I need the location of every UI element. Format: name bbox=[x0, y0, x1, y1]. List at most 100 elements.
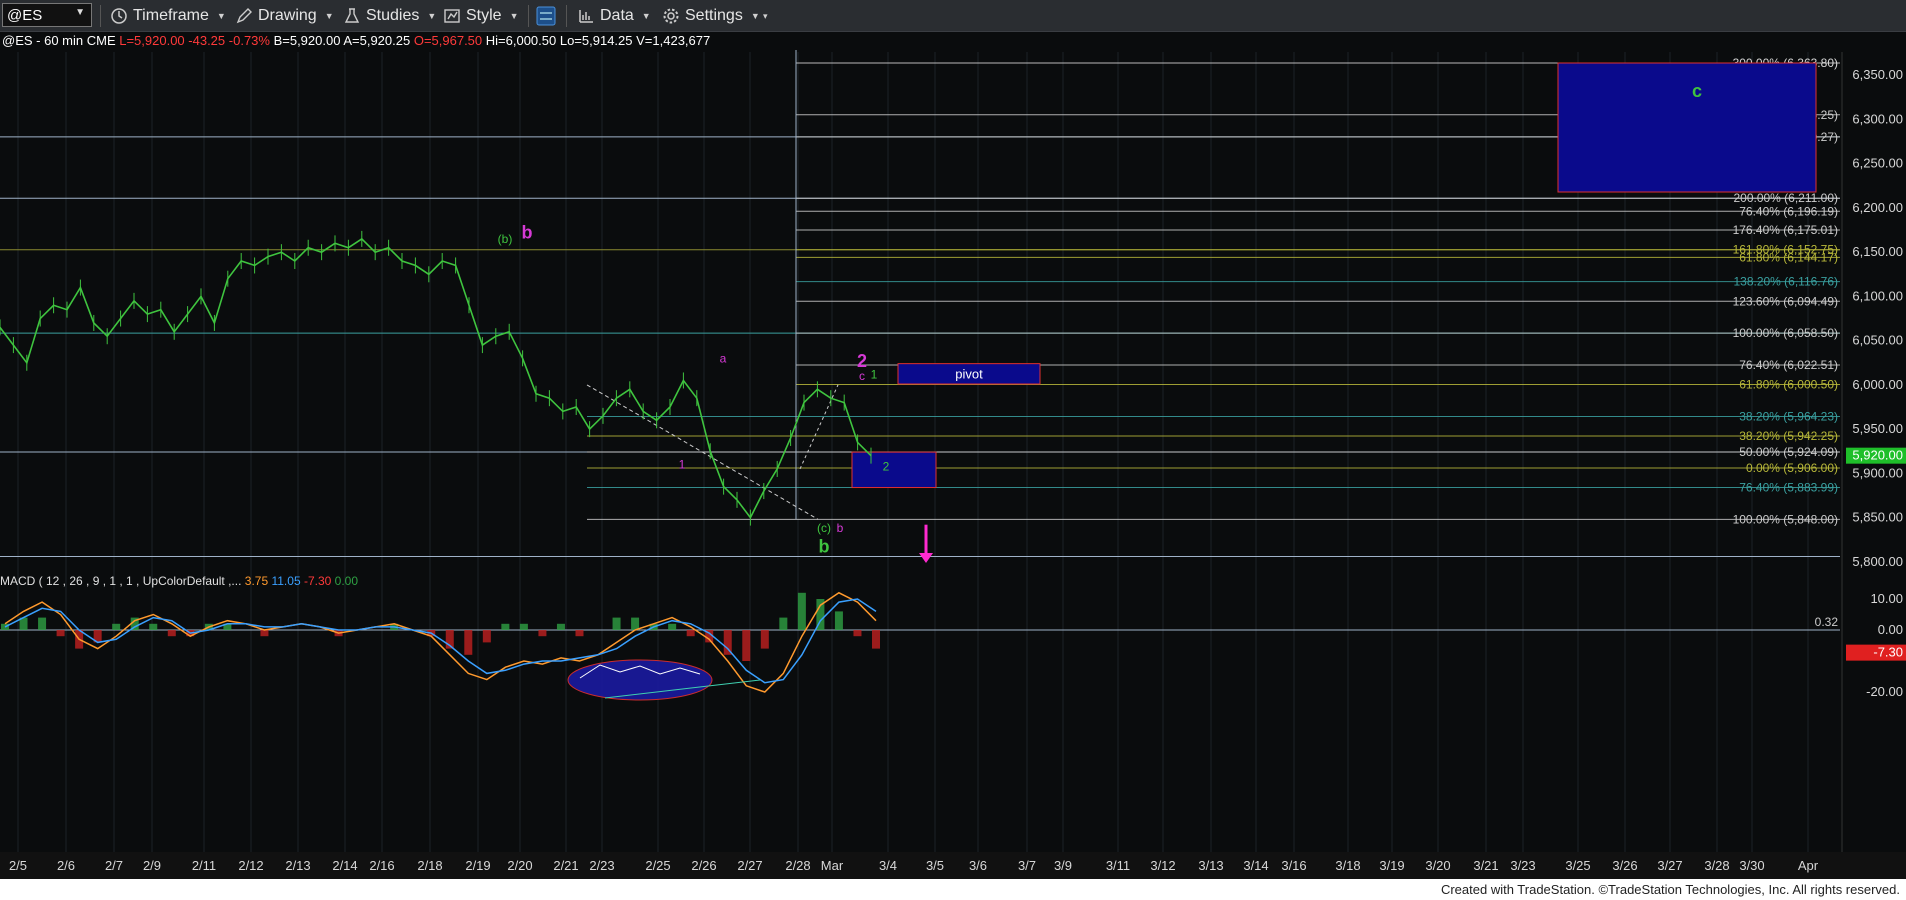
macd-histogram-bar bbox=[260, 630, 269, 637]
header-field: O=5,967.50 bbox=[410, 33, 482, 48]
footer-copyright: Created with TradeStation. ©TradeStation… bbox=[0, 879, 1906, 900]
settings-button[interactable]: Settings ▼ bbox=[662, 4, 760, 28]
header-field: Lo=5,914.25 bbox=[556, 33, 632, 48]
header-field: B=5,920.00 bbox=[270, 33, 340, 48]
price-axis-label: 6,300.00 bbox=[1852, 111, 1903, 126]
time-axis-label: 2/25 bbox=[645, 858, 670, 873]
timeframe-button[interactable]: Timeframe ▼ bbox=[110, 4, 226, 28]
time-axis-label: 2/16 bbox=[369, 858, 394, 873]
wave-label: (b) bbox=[498, 232, 513, 246]
data-button[interactable]: Data ▼ bbox=[577, 4, 651, 28]
fib-label: 76.40% (6,196.19) bbox=[1739, 204, 1838, 218]
chart-area: @ES - 60 min CME L=5,920.00 -43.25 -0.73… bbox=[0, 32, 1906, 879]
wave-label: b bbox=[837, 521, 844, 535]
macd-histogram-bar bbox=[519, 623, 528, 630]
header-field: -0.73% bbox=[225, 33, 270, 48]
price-axis-label: 6,200.00 bbox=[1852, 200, 1903, 215]
macd-histogram-bar bbox=[482, 630, 491, 643]
macd-histogram-bar bbox=[872, 630, 880, 649]
fib-label: 100.00% (6,058.50) bbox=[1733, 326, 1838, 340]
time-axis-label: 3/18 bbox=[1335, 858, 1360, 873]
fib-label: 100.00% (5,848.00) bbox=[1733, 512, 1838, 526]
macd-axis-label: -20.00 bbox=[1866, 684, 1903, 699]
macd-title-value: 0.00 bbox=[331, 574, 358, 588]
toolbar-divider bbox=[566, 5, 567, 27]
time-axis-label: 3/14 bbox=[1243, 858, 1268, 873]
caret-down-icon: ▼ bbox=[509, 11, 519, 21]
macd-histogram-bar bbox=[112, 623, 121, 630]
wave-label: a bbox=[720, 351, 727, 365]
fib-label: 61.80% (6,000.50) bbox=[1739, 377, 1838, 391]
style-button[interactable]: Style ▼ bbox=[443, 4, 519, 28]
fib-label: 123.60% (6,094.49) bbox=[1733, 294, 1838, 308]
time-axis-label: 3/6 bbox=[969, 858, 987, 873]
time-axis-label: Apr bbox=[1798, 858, 1819, 873]
fib-label: 61.80% (6,144.17) bbox=[1739, 250, 1838, 264]
timeframe-label: Timeframe bbox=[133, 7, 209, 24]
symbol-select[interactable]: @ES ▼ bbox=[2, 3, 92, 27]
macd-histogram-bar bbox=[575, 630, 584, 637]
pencil-icon bbox=[236, 8, 252, 24]
time-axis-label: 2/14 bbox=[332, 858, 357, 873]
time-axis-label: 2/20 bbox=[507, 858, 532, 873]
time-axis-label: 3/4 bbox=[879, 858, 897, 873]
caret-down-icon: ▼ bbox=[750, 11, 760, 21]
time-axis: 2/5 2/6 2/7 2/9 2/11 2/12 2/13 2/14 2/16 2/18 2/19… bbox=[0, 852, 1906, 879]
macd-histogram-bar bbox=[760, 630, 769, 649]
header-field: -43.25 bbox=[185, 33, 225, 48]
macd-histogram-bar bbox=[834, 611, 843, 630]
macd-title-value: 3.75 bbox=[241, 574, 268, 588]
macd-histogram-bar bbox=[686, 630, 695, 637]
macd-title-value: MACD ( 12 , 26 , 9 , 1 , 1 , UpColorDefa… bbox=[0, 574, 241, 588]
pivot-label: pivot bbox=[955, 366, 983, 381]
wave-label: (c) bbox=[817, 521, 831, 535]
price-axis-label: 6,350.00 bbox=[1852, 67, 1903, 82]
macd-histogram-bar bbox=[538, 630, 547, 637]
time-axis-label: 2/6 bbox=[57, 858, 75, 873]
wave-label: 2 bbox=[857, 351, 867, 371]
time-axis-label: 2/18 bbox=[417, 858, 442, 873]
price-axis-label: 6,250.00 bbox=[1852, 156, 1903, 171]
time-axis-label: 3/13 bbox=[1198, 858, 1223, 873]
more-menu-button[interactable]: ▾ bbox=[760, 4, 768, 28]
time-axis-label: 3/11 bbox=[1106, 858, 1130, 873]
time-axis-label: 3/9 bbox=[1054, 858, 1072, 873]
symbol-value: @ES bbox=[7, 6, 43, 24]
flask-icon bbox=[344, 8, 360, 23]
layout-button[interactable] bbox=[535, 4, 557, 28]
chart-header: @ES - 60 min CME L=5,920.00 -43.25 -0.73… bbox=[2, 33, 710, 48]
header-field: @ES - 60 min CME bbox=[2, 33, 116, 48]
time-axis-label: 2/27 bbox=[737, 858, 762, 873]
macd-histogram-bar bbox=[779, 617, 788, 630]
time-axis-label: 2/5 bbox=[9, 858, 27, 873]
time-axis-label: 2/9 bbox=[143, 858, 161, 873]
price-axis-label: 6,150.00 bbox=[1852, 244, 1903, 259]
style-label: Style bbox=[466, 7, 502, 24]
macd-histogram-bar bbox=[501, 623, 510, 630]
time-axis-label: 3/16 bbox=[1281, 858, 1306, 873]
fib-label: 38.20% (5,964.23) bbox=[1739, 410, 1838, 424]
fib-label: 138.20% (6,116.76) bbox=[1733, 275, 1838, 289]
time-axis-label: 3/23 bbox=[1510, 858, 1535, 873]
last-price-label: 5,920.00 bbox=[1852, 448, 1903, 463]
wave-label: 2 bbox=[883, 459, 890, 473]
macd-title: MACD ( 12 , 26 , 9 , 1 , 1 , UpColorDefa… bbox=[0, 574, 358, 588]
time-axis-label: 2/7 bbox=[105, 858, 123, 873]
data-label: Data bbox=[600, 7, 634, 24]
time-axis-label: 3/20 bbox=[1425, 858, 1450, 873]
price-axis-label: 6,050.00 bbox=[1852, 333, 1903, 348]
caret-down-icon: ▼ bbox=[216, 11, 226, 21]
wave-label: b bbox=[819, 537, 830, 557]
time-axis-label: 3/26 bbox=[1612, 858, 1637, 873]
drawing-button[interactable]: Drawing ▼ bbox=[235, 4, 334, 28]
drawing-label: Drawing bbox=[258, 7, 317, 24]
macd-histogram-bar bbox=[612, 617, 621, 630]
chevron-down-icon: ▼ bbox=[75, 7, 85, 18]
fib-label: 0.00% (5,906.00) bbox=[1746, 461, 1838, 475]
fib-label: 38.20% (5,942.25) bbox=[1739, 429, 1838, 443]
wave-label: 1 bbox=[679, 458, 686, 472]
header-field: Hi=6,000.50 bbox=[482, 33, 556, 48]
price-axis-label: 5,900.00 bbox=[1852, 465, 1903, 480]
studies-button[interactable]: Studies ▼ bbox=[343, 4, 436, 28]
time-axis-label: 3/30 bbox=[1739, 858, 1764, 873]
